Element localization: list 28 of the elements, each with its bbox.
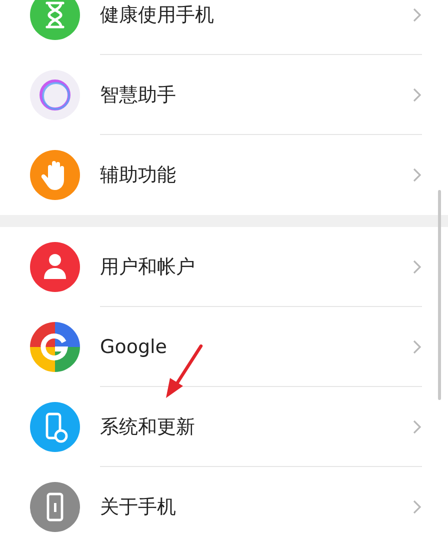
chevron-icon <box>412 167 422 183</box>
arrow-drawing <box>164 344 204 400</box>
item-label: Google <box>100 336 168 358</box>
item-label: 智慧助手 <box>100 82 176 108</box>
settings-item[interactable]: 系统和更新 <box>0 387 448 467</box>
chevron-icon <box>412 6 422 22</box>
phone-info-icon <box>30 482 80 532</box>
person-icon <box>30 242 80 292</box>
ring-icon <box>30 70 80 120</box>
settings-item[interactable]: 用户和帐户 <box>0 227 448 307</box>
chevron-icon <box>412 418 422 434</box>
settings-item[interactable]: 健康使用手机 <box>0 0 448 55</box>
chevron-icon <box>412 338 422 354</box>
chevron-icon <box>412 258 422 274</box>
item-label: 健康使用手机 <box>100 2 214 28</box>
settings-item[interactable]: 智慧助手 <box>0 55 448 135</box>
settings-item[interactable]: 辅助功能 <box>0 135 448 215</box>
chevron-icon <box>412 86 422 102</box>
phone-gear-icon <box>30 402 80 452</box>
item-label: 用户和帐户 <box>100 254 195 280</box>
chevron-icon <box>412 499 422 515</box>
item-label: 系统和更新 <box>100 414 195 440</box>
settings-item[interactable]: 关于手机 <box>0 467 448 536</box>
g-logo-icon <box>30 322 80 372</box>
settings-item[interactable]: Google <box>0 307 448 387</box>
item-label: 关于手机 <box>100 495 176 520</box>
hand-icon <box>30 150 80 200</box>
item-label: 辅助功能 <box>100 163 176 188</box>
